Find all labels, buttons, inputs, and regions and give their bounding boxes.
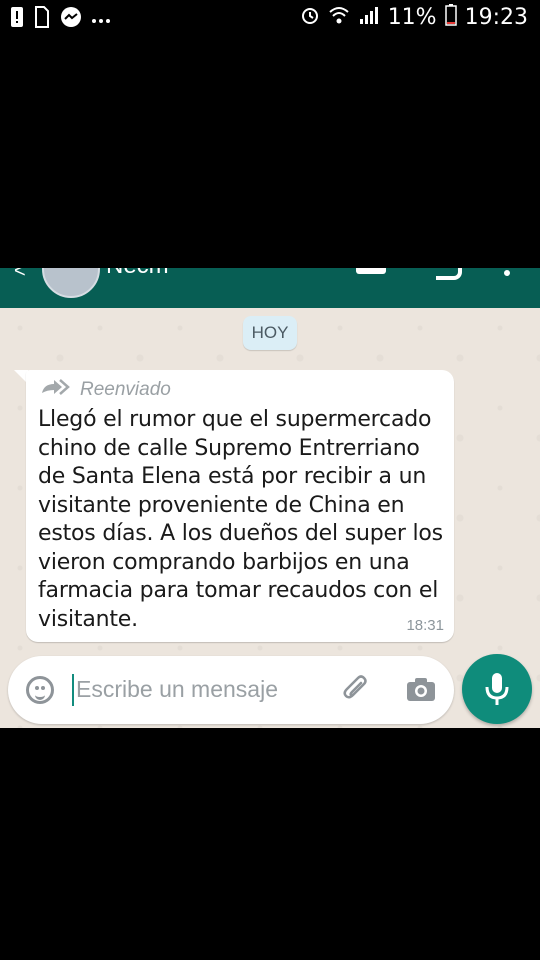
battery-icon bbox=[444, 4, 457, 31]
attach-icon[interactable] bbox=[342, 674, 372, 704]
text-cursor bbox=[72, 674, 74, 706]
microphone-icon bbox=[485, 673, 509, 705]
contact-name[interactable]: Necm bbox=[106, 268, 169, 280]
message-time: 18:31 bbox=[406, 617, 444, 634]
clock: 19:23 bbox=[464, 5, 528, 30]
menu-dots-icon[interactable] bbox=[504, 270, 510, 276]
chat-header: < Necm bbox=[0, 268, 540, 308]
status-bar: 11% 19:23 bbox=[0, 0, 540, 38]
back-arrow-icon[interactable]: < bbox=[14, 268, 26, 283]
sim-icon bbox=[34, 6, 50, 33]
wifi-icon bbox=[328, 5, 350, 30]
system-icons: 11% 19:23 bbox=[300, 4, 528, 31]
voice-message-button[interactable] bbox=[462, 654, 532, 724]
battery-percent: 11% bbox=[387, 5, 437, 30]
message-input[interactable]: Escribe un mensaje bbox=[76, 676, 278, 703]
camera-icon[interactable] bbox=[406, 676, 436, 702]
voice-call-icon[interactable] bbox=[436, 268, 462, 280]
contact-avatar[interactable] bbox=[42, 268, 100, 298]
message-text: Llegó el rumor que el supermercado chino… bbox=[38, 407, 443, 632]
forwarded-label: Reenviado bbox=[80, 379, 171, 400]
message-composer: Escribe un mensaje bbox=[8, 656, 454, 724]
forwarded-indicator: Reenviado bbox=[40, 378, 171, 402]
signal-icon bbox=[358, 5, 380, 30]
alert-icon bbox=[10, 6, 24, 33]
emoji-icon[interactable] bbox=[26, 676, 54, 704]
chat-area: HOY Reenviado Llegó el rumor que el supe… bbox=[0, 308, 540, 728]
alarm-icon bbox=[300, 5, 320, 30]
whatsapp-chat-window: < Necm HOY Reenviado Llegó el rumor que … bbox=[0, 268, 540, 728]
forward-arrow-icon bbox=[40, 378, 72, 402]
video-call-icon[interactable] bbox=[356, 268, 386, 274]
date-chip: HOY bbox=[243, 316, 297, 350]
messenger-icon bbox=[60, 6, 82, 33]
notification-icons bbox=[10, 6, 110, 33]
incoming-message[interactable]: Reenviado Llegó el rumor que el supermer… bbox=[26, 370, 454, 642]
more-dots-icon bbox=[92, 11, 110, 29]
